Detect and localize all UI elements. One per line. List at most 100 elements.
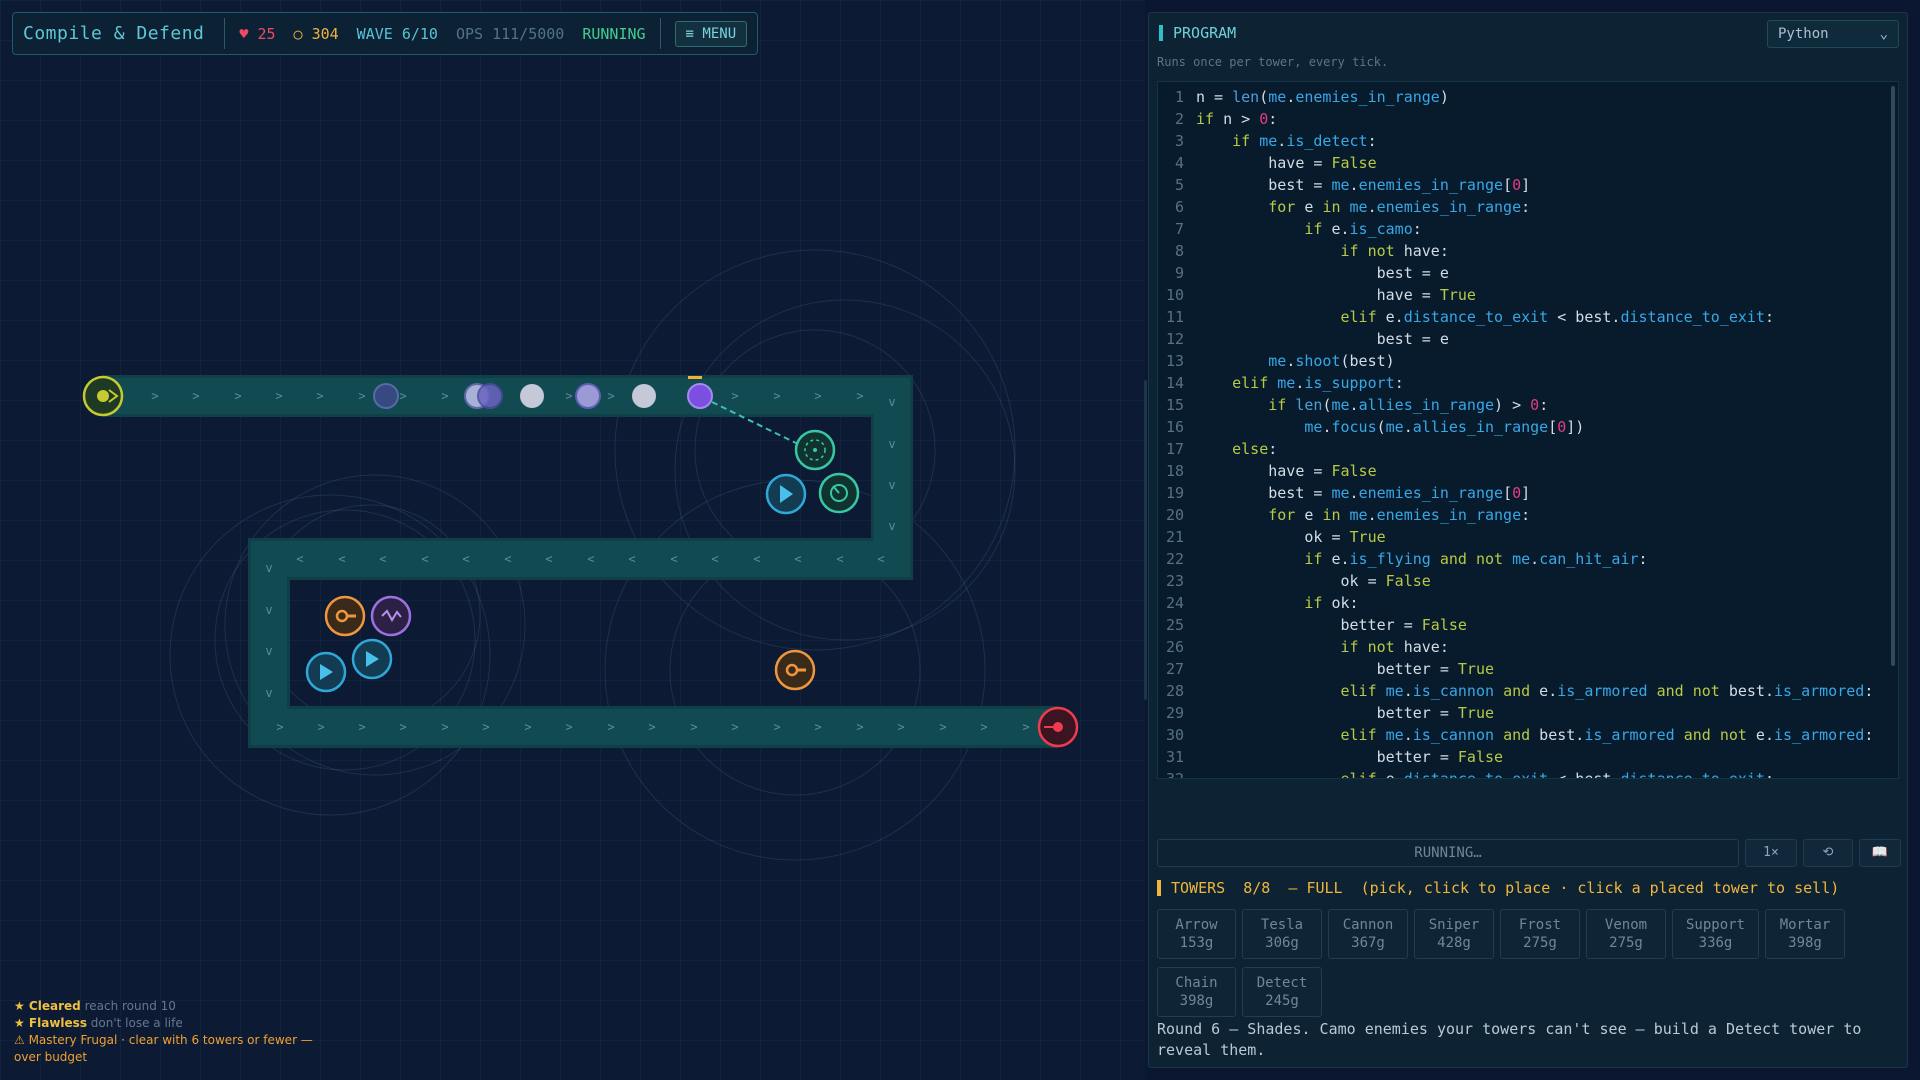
speed-button[interactable]: 1× [1745,839,1797,867]
code-line[interactable]: 14 elif me.is_support: [1158,372,1898,394]
code-line[interactable]: 3 if me.is_detect: [1158,130,1898,152]
code-line[interactable]: 21 ok = True [1158,526,1898,548]
code-line[interactable]: 6 for e in me.enemies_in_range: [1158,196,1898,218]
game-title: Compile & Defend [23,23,205,44]
line-text[interactable]: elif me.is_cannon and e.is_armored and n… [1196,680,1874,702]
code-lines[interactable]: 1n = len(me.enemies_in_range) 2 if n > 0: 3… [1158,86,1898,778]
tower-cannon[interactable] [324,595,366,637]
tower-card-tesla[interactable]: Tesla 306g [1242,909,1322,959]
code-line[interactable]: 16 me.focus(me.allies_in_range[0]) [1158,416,1898,438]
code-line[interactable]: 32 elif e.distance_to_exit < best.distan… [1158,768,1898,778]
line-text[interactable]: if not have: [1196,240,1449,262]
game-map-area[interactable]: > > > > > > > > > > > > > > > < < < < < < < < < < < < < < < > > > > > > > > > >… [0,0,1145,1080]
line-text[interactable]: best = e [1196,262,1449,284]
line-text[interactable]: if ok: [1196,592,1358,614]
line-text[interactable]: for e in me.enemies_in_range: [1196,196,1530,218]
code-line[interactable]: 11 elif e.distance_to_exit < best.distan… [1158,306,1898,328]
line-text[interactable]: if me.is_detect: [1196,130,1377,152]
line-text[interactable]: elif me.is_support: [1196,372,1404,394]
path-arrow: v [888,478,895,492]
code-line[interactable]: 29 better = True [1158,702,1898,724]
code-line[interactable]: 7 if e.is_camo: [1158,218,1898,240]
code-line[interactable]: 8 if not have: [1158,240,1898,262]
line-text[interactable]: n = len(me.enemies_in_range) [1196,86,1449,108]
code-line[interactable]: 28 elif me.is_cannon and e.is_armored an… [1158,680,1898,702]
line-text[interactable]: better = True [1196,658,1494,680]
code-line[interactable]: 10 have = True [1158,284,1898,306]
code-line[interactable]: 24 if ok: [1158,592,1898,614]
line-text[interactable]: if len(me.allies_in_range) > 0: [1196,394,1548,416]
code-scrollbar[interactable] [1891,86,1895,666]
tower-card-detect[interactable]: Detect 245g [1242,967,1322,1017]
tower-detect[interactable] [818,472,860,514]
line-text[interactable]: me.shoot(best) [1196,350,1394,372]
code-line[interactable]: 25 better = False [1158,614,1898,636]
docs-icon[interactable]: 📖 [1859,839,1901,867]
code-line[interactable]: 23 ok = False [1158,570,1898,592]
code-line[interactable]: 9 best = e [1158,262,1898,284]
line-text[interactable]: best = me.enemies_in_range[0] [1196,482,1530,504]
code-line[interactable]: 26 if not have: [1158,636,1898,658]
line-text[interactable]: ok = True [1196,526,1385,548]
code-line[interactable]: 20 for e in me.enemies_in_range: [1158,504,1898,526]
code-line[interactable]: 2 if n > 0: [1158,108,1898,130]
line-text[interactable]: else: [1196,438,1277,460]
code-line[interactable]: 22 if e.is_flying and not me.can_hit_air… [1158,548,1898,570]
line-text[interactable]: if e.is_flying and not me.can_hit_air: [1196,548,1647,570]
code-line[interactable]: 31 better = False [1158,746,1898,768]
line-text[interactable]: elif e.distance_to_exit < best.distance_… [1196,306,1775,328]
code-line[interactable]: 27 better = True [1158,658,1898,680]
menu-button[interactable]: ≡ MENU [674,20,748,47]
line-text[interactable]: have = False [1196,152,1376,174]
tower-card-frost[interactable]: Frost 275g [1500,909,1580,959]
line-text[interactable]: if e.is_camo: [1196,218,1421,240]
line-number: 8 [1174,242,1184,260]
tower-tesla[interactable] [370,595,412,637]
path-arrow: < [628,552,635,566]
line-text[interactable]: better = False [1196,614,1466,636]
run-status-button[interactable]: RUNNING… [1157,839,1739,867]
panel-resize-handle[interactable] [1144,380,1147,700]
line-text[interactable]: better = True [1196,702,1494,724]
code-line[interactable]: 13 me.shoot(best) [1158,350,1898,372]
line-text[interactable]: me.focus(me.allies_in_range[0]) [1196,416,1584,438]
tower-detect[interactable] [794,429,836,471]
language-select[interactable]: Python ⌄ [1767,20,1899,48]
line-text[interactable]: have = False [1196,460,1376,482]
line-text[interactable]: if not have: [1196,636,1449,658]
tower-card-support[interactable]: Support 336g [1672,909,1759,959]
tower-arrow[interactable] [351,638,393,680]
code-line[interactable]: 18 have = False [1158,460,1898,482]
line-text[interactable]: best = e [1196,328,1449,350]
line-text[interactable]: best = me.enemies_in_range[0] [1196,174,1530,196]
tower-card-arrow[interactable]: Arrow 153g [1157,909,1236,959]
tower-card-chain[interactable]: Chain 398g [1157,967,1236,1017]
code-line[interactable]: 4 have = False [1158,152,1898,174]
map-canvas[interactable]: > > > > > > > > > > > > > > > < < < < < < < < < < < < < < < > > > > > > > > > >… [0,0,1145,1080]
path-arrow: < [296,552,303,566]
line-text[interactable]: better = False [1196,746,1503,768]
line-text[interactable]: have = True [1196,284,1476,306]
tower-card-cannon[interactable]: Cannon 367g [1328,909,1408,959]
path-arrow: v [888,395,895,409]
reset-button[interactable]: ⟲ [1803,839,1853,867]
line-text[interactable]: elif me.is_cannon and best.is_armored an… [1196,724,1874,746]
tower-card-mortar[interactable]: Mortar 398g [1765,909,1845,959]
code-line[interactable]: 30 elif me.is_cannon and best.is_armored… [1158,724,1898,746]
tower-arrow[interactable] [765,473,807,515]
code-line[interactable]: 1 n = len(me.enemies_in_range) [1158,86,1898,108]
code-line[interactable]: 5 best = me.enemies_in_range[0] [1158,174,1898,196]
tower-arrow[interactable] [305,651,347,693]
code-line[interactable]: 19 best = me.enemies_in_range[0] [1158,482,1898,504]
code-line[interactable]: 17 else: [1158,438,1898,460]
tower-card-sniper[interactable]: Sniper 428g [1414,909,1494,959]
code-line[interactable]: 15 if len(me.allies_in_range) > 0: [1158,394,1898,416]
line-text[interactable]: ok = False [1196,570,1430,592]
line-text[interactable]: elif e.distance_to_exit < best.distance_… [1196,768,1775,778]
code-editor[interactable]: 1n = len(me.enemies_in_range) 2 if n > 0: 3… [1157,81,1899,779]
code-line[interactable]: 12 best = e [1158,328,1898,350]
line-text[interactable]: if n > 0: [1196,108,1277,130]
tower-cannon[interactable] [774,649,816,691]
tower-card-venom[interactable]: Venom 275g [1586,909,1666,959]
line-text[interactable]: for e in me.enemies_in_range: [1196,504,1530,526]
